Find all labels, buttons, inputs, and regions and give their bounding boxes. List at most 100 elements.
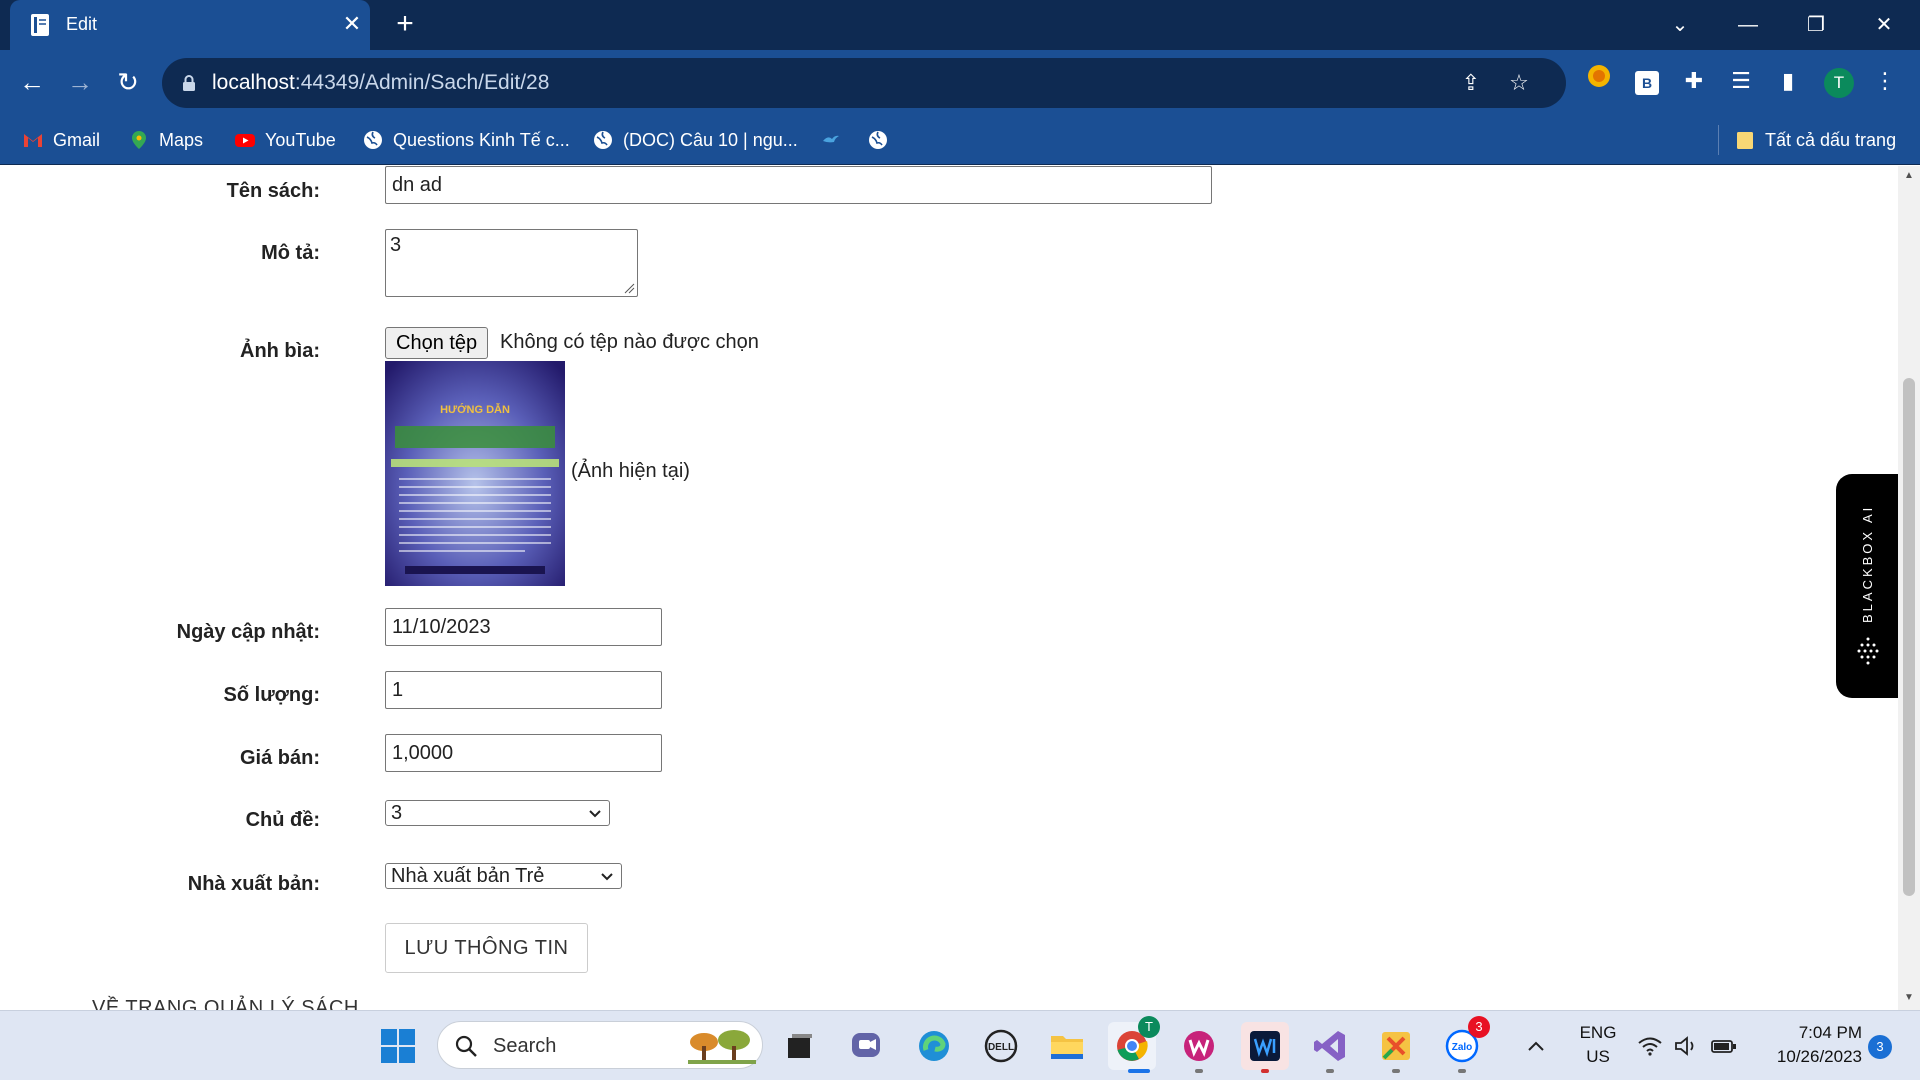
bird-icon	[823, 135, 839, 143]
publisher-select[interactable]: Nhà xuất bản Trẻ	[385, 863, 622, 889]
task-view-icon[interactable]	[776, 1022, 824, 1070]
minimize-icon[interactable]: —	[1728, 8, 1768, 42]
topic-select[interactable]: 3	[385, 800, 610, 826]
share-icon[interactable]: ⇪	[1456, 68, 1486, 98]
bookmark-doc-cau-10[interactable]: (DOC) Câu 10 | ngu...	[592, 127, 798, 153]
description-textarea[interactable]: 3	[385, 229, 638, 297]
battery-icon[interactable]	[1704, 1022, 1744, 1070]
clock-time[interactable]: 7:04 PM	[1752, 1023, 1862, 1043]
globe-icon	[869, 131, 887, 149]
vertical-scrollbar[interactable]: ▲ ▼	[1898, 166, 1920, 1010]
date-input[interactable]	[385, 608, 662, 646]
scroll-up-arrow-icon[interactable]: ▲	[1903, 170, 1915, 182]
tab-search-chevron-icon[interactable]: ⌄	[1660, 8, 1700, 42]
globe-icon	[364, 131, 382, 149]
scroll-down-arrow-icon[interactable]: ▼	[1903, 992, 1915, 1004]
edge-browser-icon[interactable]	[910, 1022, 958, 1070]
bookmark-questions-kinh-te[interactable]: Questions Kinh Tế c...	[362, 127, 570, 153]
notification-count-badge[interactable]: 3	[1868, 1035, 1892, 1059]
bookmark-gmail[interactable]: Gmail	[22, 127, 100, 153]
reload-icon[interactable]: ↻	[110, 64, 146, 100]
lock-icon	[183, 75, 195, 91]
resize-grip-icon[interactable]	[623, 282, 635, 294]
extension-b-icon[interactable]: B	[1630, 64, 1664, 98]
topic-selected-value: 3	[391, 802, 403, 824]
chevron-down-icon	[589, 810, 601, 818]
zalo-unread-badge: 3	[1468, 1016, 1490, 1038]
extensions-puzzle-icon[interactable]: ✚	[1677, 64, 1711, 98]
file-status-text: Không có tệp nào được chọn	[500, 331, 759, 353]
forward-arrow-icon[interactable]: →	[62, 64, 98, 100]
xampp-running-indicator	[1392, 1069, 1400, 1073]
choose-file-button[interactable]: Chọn tệp	[385, 327, 489, 359]
current-cover-image: HƯỚNG DẪN	[385, 361, 565, 586]
vs-running-indicator	[1326, 1069, 1334, 1073]
blackbox-dots-icon	[1857, 637, 1879, 665]
url-text[interactable]: localhost:44349/Admin/Sach/Edit/28	[212, 71, 549, 95]
windows-taskbar: Search DELL T Zalo 3 ENG US 7:04 PM 10/2…	[0, 1010, 1920, 1080]
restore-icon[interactable]: ❐	[1796, 8, 1836, 42]
wps-running-indicator	[1195, 1069, 1203, 1073]
gmail-icon	[24, 134, 42, 147]
description-value: 3	[390, 234, 402, 256]
tab-title: Edit	[66, 14, 98, 34]
reading-list-icon[interactable]: ☰	[1724, 64, 1758, 98]
new-tab-button[interactable]: +	[388, 8, 422, 42]
bookmark-maps[interactable]: Maps	[128, 127, 203, 153]
close-tab-icon[interactable]: ✕	[338, 10, 366, 38]
language-indicator-top[interactable]: ENG	[1573, 1023, 1623, 1043]
bookmarks-bar: Gmail Maps YouTube Questions Kinh Tế c..…	[0, 115, 1920, 165]
file-explorer-icon[interactable]	[1043, 1022, 1091, 1070]
wps-office-icon[interactable]	[1175, 1022, 1223, 1070]
back-to-books-link[interactable]: VỀ TRANG QUẢN LÝ SÁCH	[92, 997, 359, 1010]
close-window-icon[interactable]: ✕	[1864, 8, 1904, 42]
volume-icon[interactable]	[1666, 1022, 1706, 1070]
quantity-input[interactable]	[385, 671, 662, 709]
chrome-icon[interactable]: T	[1108, 1016, 1160, 1070]
address-bar[interactable]: localhost:44349/Admin/Sach/Edit/28 ⇪ ☆	[162, 58, 1566, 108]
page-content: Tên sách: Mô tả: 3 Ảnh bìa: Chọn tệp Khô…	[0, 166, 1900, 1010]
blackbox-label: BLACKBOX AI	[1860, 504, 1875, 624]
zalo-icon[interactable]: Zalo 3	[1438, 1016, 1490, 1070]
topic-label: Chủ đề:	[245, 809, 320, 831]
blackbox-ai-tab[interactable]: BLACKBOX AI	[1836, 474, 1900, 698]
dell-icon[interactable]: DELL	[977, 1022, 1025, 1070]
maps-pin-icon	[132, 131, 146, 149]
extension-coin-icon[interactable]	[1582, 64, 1616, 98]
document-icon	[31, 14, 49, 36]
title-label: Tên sách:	[226, 180, 320, 202]
youtube-icon	[235, 134, 255, 147]
waves-audio-icon[interactable]	[1241, 1022, 1289, 1070]
bookmark-bird[interactable]	[820, 127, 842, 153]
taskbar-search-box[interactable]: Search	[437, 1021, 763, 1069]
browser-titlebar: Edit ✕ + ⌄ — ❐ ✕	[0, 0, 1920, 50]
visual-studio-icon[interactable]	[1306, 1022, 1354, 1070]
save-button[interactable]: LƯU THÔNG TIN	[385, 923, 588, 973]
xampp-tools-icon[interactable]	[1372, 1022, 1420, 1070]
bookmark-youtube[interactable]: YouTube	[234, 127, 336, 153]
clock-date[interactable]: 10/26/2023	[1752, 1047, 1862, 1067]
teams-chat-icon[interactable]	[843, 1022, 891, 1070]
cover-caption: (Ảnh hiện tại)	[571, 460, 690, 482]
wifi-icon[interactable]	[1630, 1022, 1670, 1070]
all-bookmarks-folder[interactable]: Tất cả dấu trang	[1734, 127, 1896, 153]
language-indicator-bottom[interactable]: US	[1573, 1047, 1623, 1067]
scrollbar-thumb[interactable]	[1903, 378, 1915, 896]
show-hidden-icons-chevron-icon[interactable]	[1516, 1022, 1556, 1070]
menu-kebab-icon[interactable]: ⋮	[1868, 64, 1902, 98]
folder-icon	[1737, 132, 1753, 149]
tab-edit[interactable]: Edit ✕	[10, 0, 370, 50]
side-panel-icon[interactable]: ▮	[1771, 64, 1805, 98]
globe-icon	[594, 131, 612, 149]
search-placeholder: Search	[493, 1035, 557, 1057]
chrome-running-indicator	[1128, 1069, 1150, 1073]
back-arrow-icon[interactable]: ←	[14, 64, 50, 100]
description-label: Mô tả:	[261, 242, 320, 264]
title-input[interactable]	[385, 166, 1212, 204]
bookmark-globe[interactable]	[867, 127, 889, 153]
profile-avatar[interactable]: T	[1822, 64, 1856, 98]
windows-start-icon[interactable]	[374, 1022, 422, 1070]
price-input[interactable]	[385, 734, 662, 772]
bookmark-star-icon[interactable]: ☆	[1504, 68, 1534, 98]
search-highlight-trees-icon	[688, 1030, 756, 1064]
